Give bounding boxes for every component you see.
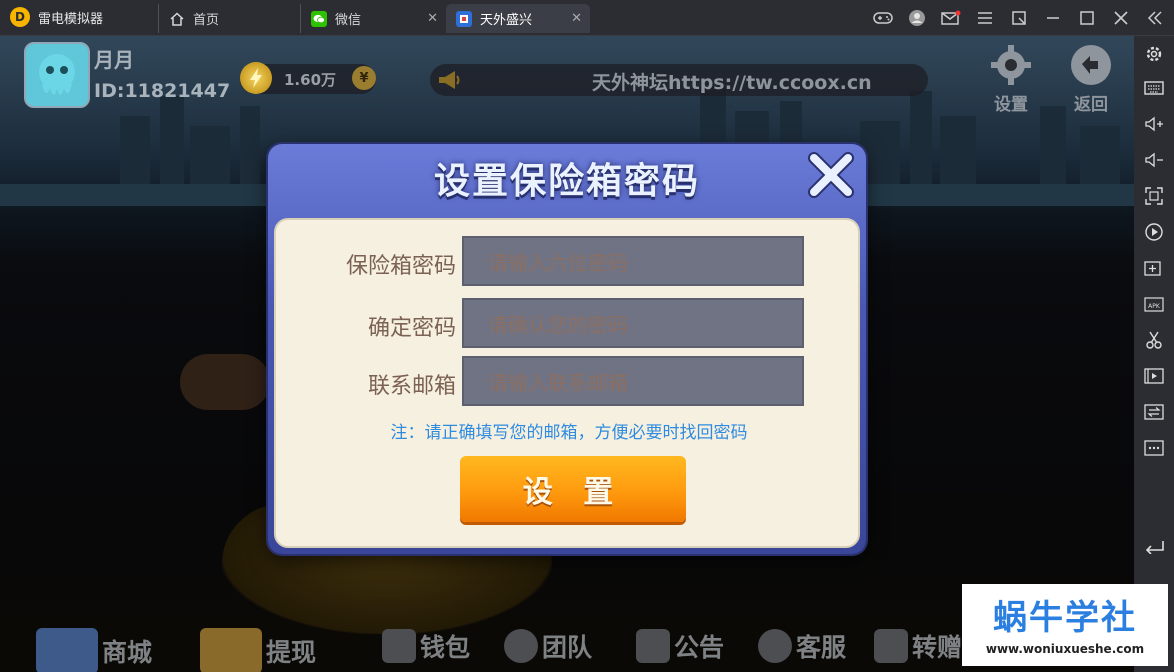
window-controls (872, 8, 1166, 28)
tab-home[interactable]: 首页 (158, 4, 298, 33)
announcement-text: 天外神坛https://tw.ccoox.cn (592, 72, 872, 94)
dialog-form-panel: 保险箱密码 请输入六位密码 确定密码 请确认您的密码 联系邮箱 请输入联系邮箱 … (274, 218, 860, 548)
recharge-button[interactable]: ¥ (352, 66, 376, 90)
gamepad-icon[interactable] (872, 8, 894, 28)
gear-icon (988, 42, 1034, 88)
minimize-icon[interactable] (1042, 8, 1064, 28)
watermark-url: www.woniuxueshe.com (985, 642, 1145, 656)
email-label: 联系邮箱 (367, 374, 456, 399)
volume-up-icon[interactable] (1142, 112, 1166, 136)
menu-label: 商城 (102, 638, 153, 667)
emulator-sidebar: APK (1134, 36, 1174, 672)
video-icon[interactable] (1142, 364, 1166, 388)
lightning-coin-icon (240, 62, 272, 94)
withdraw-card-icon (200, 628, 262, 672)
close-tab-icon[interactable]: ✕ (571, 11, 582, 26)
wallet-icon (382, 629, 416, 663)
user-icon[interactable] (906, 8, 928, 28)
tab-label: 天外盛兴 (480, 13, 533, 28)
dialog-title: 设置保险箱密码 (433, 161, 700, 202)
safe-password-dialog: 设置保险箱密码 保险箱密码 请输入六位密码 确定密码 请确认您的密码 联系邮箱 … (268, 144, 866, 554)
shop-card-icon (36, 628, 98, 672)
avatar[interactable] (24, 42, 90, 108)
apk-install-icon[interactable]: APK (1142, 292, 1166, 316)
window-mode-icon[interactable] (1008, 8, 1030, 28)
menu-label: 钱包 (420, 633, 471, 662)
return-icon (1068, 42, 1114, 88)
volume-down-icon[interactable] (1142, 148, 1166, 172)
wechat-icon (311, 10, 327, 27)
scissors-icon[interactable] (1142, 328, 1166, 352)
menu-gift[interactable]: 转赠 (874, 628, 962, 664)
menu-label: 提现 (266, 638, 317, 667)
player-nickname: 月月 (94, 48, 134, 72)
tab-label: 首页 (193, 13, 220, 28)
maximize-icon[interactable] (1076, 8, 1098, 28)
notice-icon (636, 629, 670, 663)
record-icon[interactable] (1142, 220, 1166, 244)
back-button[interactable]: 返回 (1066, 42, 1116, 116)
ldplayer-logo-icon: D (10, 7, 30, 27)
emulator-window: D 雷电模拟器 首页 微信 ✕ 天外盛兴 ✕ 月月 ID:11821447 1.… (0, 0, 1174, 672)
service-icon (758, 629, 792, 663)
add-window-icon[interactable] (1142, 256, 1166, 280)
dialog-close-button[interactable] (804, 148, 858, 202)
menu-withdraw[interactable]: 提现 (200, 628, 316, 672)
keyboard-icon[interactable] (1142, 76, 1166, 100)
back-label: 返回 (1074, 95, 1108, 115)
title-bar: D 雷电模拟器 首页 微信 ✕ 天外盛兴 ✕ (0, 0, 1174, 36)
watermark-title: 蜗牛学社 (993, 598, 1137, 638)
set-button[interactable]: 设 置 (460, 456, 686, 522)
email-note: 注：请正确填写您的邮箱，方便必要时找回密码 (390, 423, 748, 443)
confirm-password-input[interactable]: 请确认您的密码 (462, 298, 804, 348)
email-input[interactable]: 请输入联系邮箱 (462, 356, 804, 406)
close-tab-icon[interactable]: ✕ (427, 11, 438, 26)
confirm-password-label: 确定密码 (367, 316, 456, 341)
menu-team[interactable]: 团队 (504, 628, 592, 664)
close-icon[interactable] (1110, 8, 1132, 28)
settings-button[interactable]: 设置 (986, 42, 1036, 116)
team-icon (504, 629, 538, 663)
sync-icon[interactable] (1142, 400, 1166, 424)
tab-game[interactable]: 天外盛兴 ✕ (446, 4, 590, 33)
menu-icon[interactable] (974, 8, 996, 28)
collapse-icon[interactable] (1144, 8, 1166, 28)
menu-label: 转赠 (912, 633, 963, 662)
menu-wallet[interactable]: 钱包 (382, 628, 470, 664)
app-brand[interactable]: D 雷电模拟器 (10, 7, 103, 27)
tab-label: 微信 (335, 13, 362, 28)
coin-balance: 1.60万 (284, 71, 337, 89)
back-icon[interactable] (1142, 534, 1166, 558)
app-name: 雷电模拟器 (38, 11, 104, 27)
menu-notice[interactable]: 公告 (636, 628, 724, 664)
menu-label: 公告 (674, 633, 725, 662)
more-icon[interactable] (1142, 436, 1166, 460)
close-x-icon (808, 152, 854, 198)
settings-icon[interactable] (1142, 42, 1166, 66)
mail-icon[interactable] (940, 8, 962, 28)
player-id: ID:11821447 (94, 80, 231, 102)
home-icon (169, 11, 185, 27)
safe-password-input[interactable]: 请输入六位密码 (462, 236, 804, 286)
game-icon (456, 10, 472, 27)
watermark: 蜗牛学社 www.woniuxueshe.com (962, 584, 1168, 666)
fullscreen-icon[interactable] (1142, 184, 1166, 208)
menu-label: 客服 (796, 633, 847, 662)
svg-text:APK: APK (1148, 303, 1161, 310)
settings-label: 设置 (994, 95, 1028, 115)
megaphone-icon (436, 68, 462, 92)
menu-label: 团队 (542, 633, 593, 662)
menu-shop[interactable]: 商城 (36, 628, 152, 672)
safe-password-label: 保险箱密码 (345, 254, 456, 279)
menu-service[interactable]: 客服 (758, 628, 846, 664)
gift-icon (874, 629, 908, 663)
tab-wechat[interactable]: 微信 ✕ (300, 4, 446, 33)
